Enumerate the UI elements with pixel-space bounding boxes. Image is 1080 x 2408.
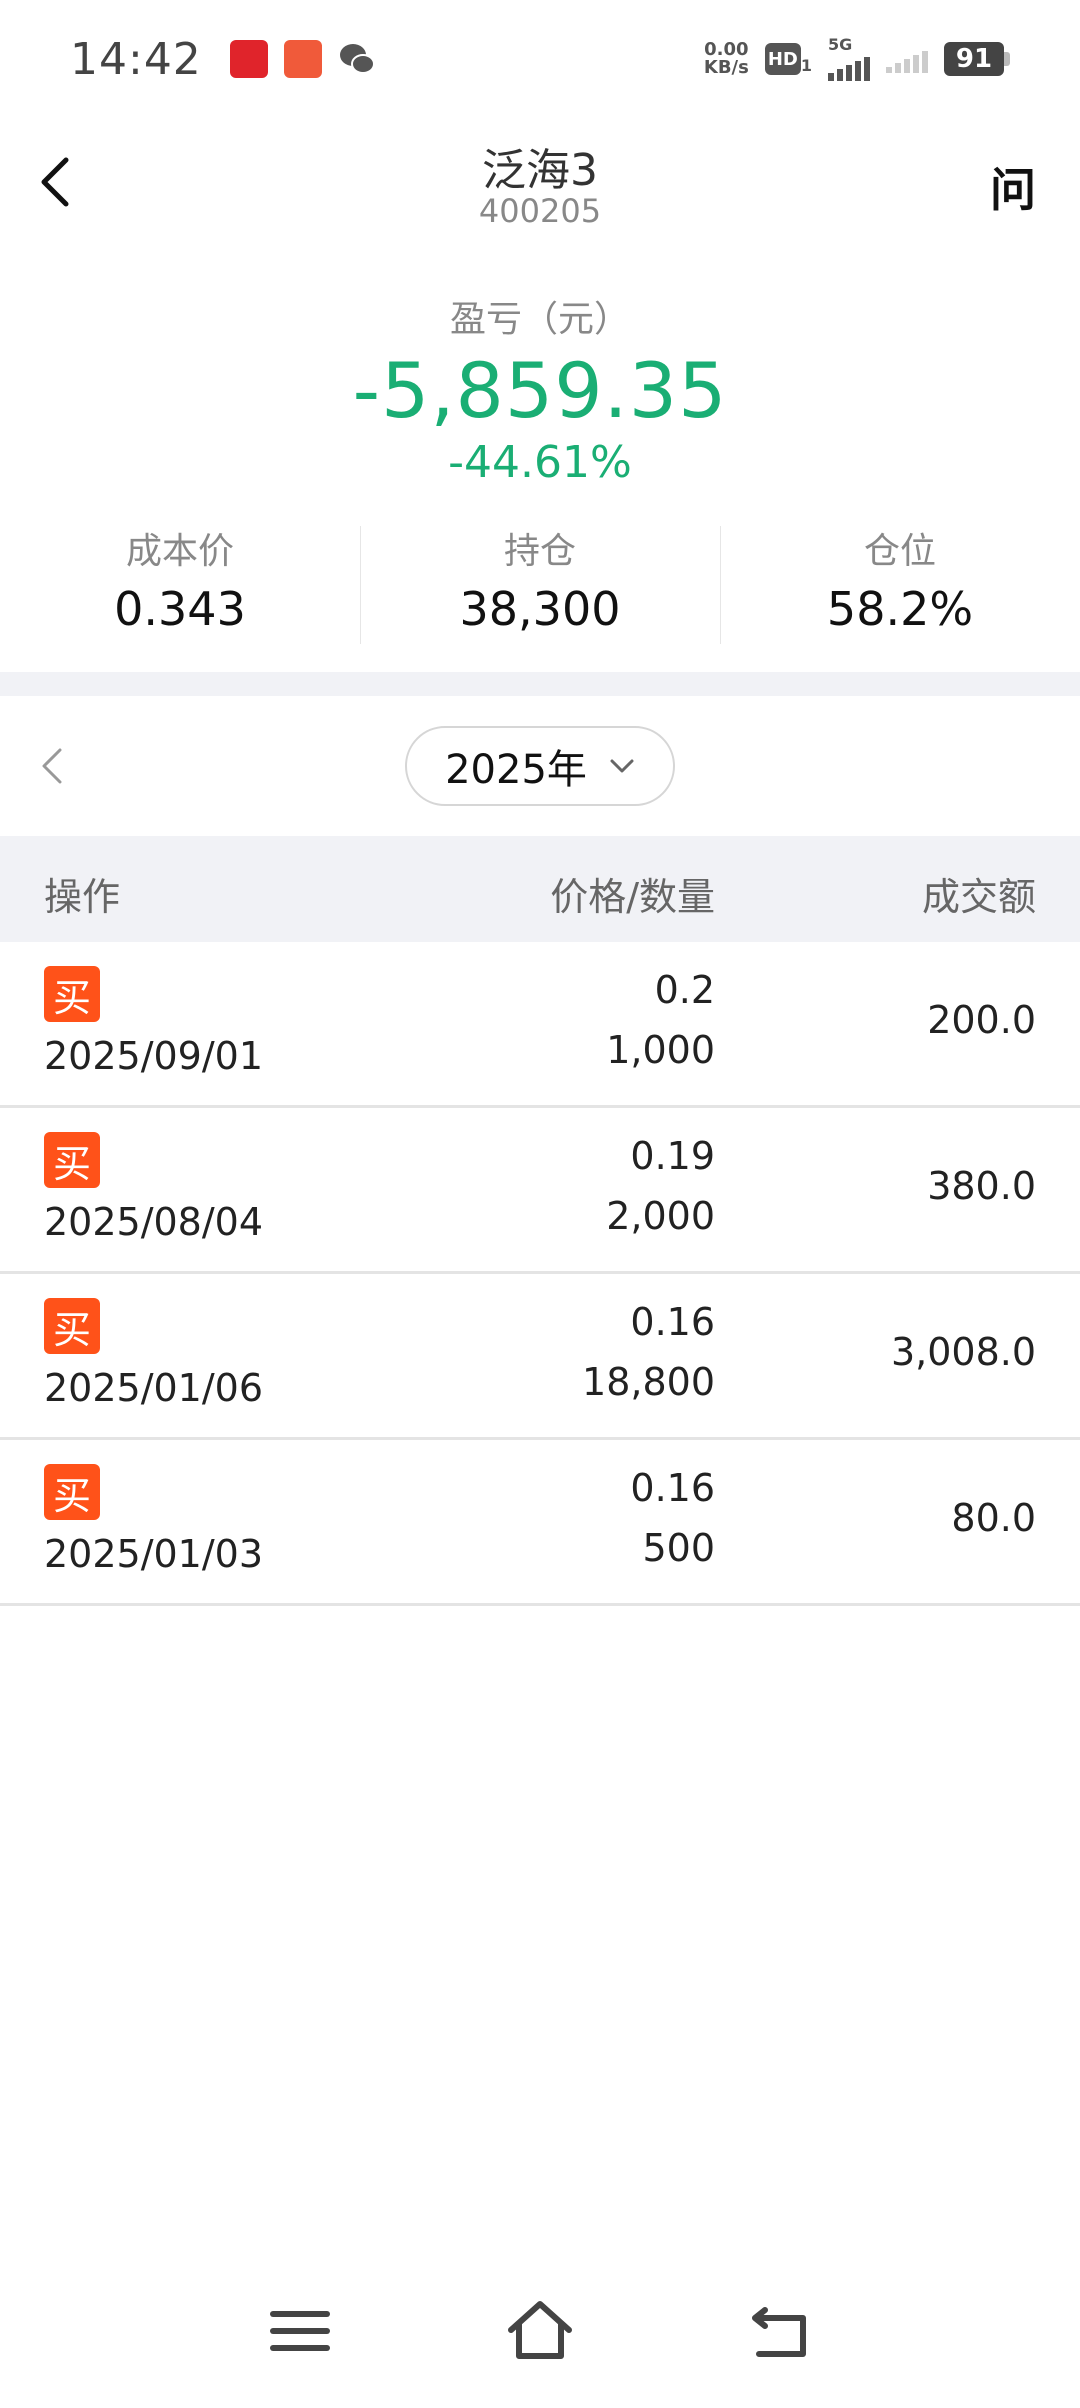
menu-button[interactable] [265,2296,335,2366]
pnl-percent: -44.61% [448,437,632,488]
net-speed-unit: KB/s [703,57,749,78]
table-row[interactable]: 买 2025/01/03 0.16 500 80.0 [0,1440,1080,1606]
stat-label: 持仓 [503,531,576,572]
hd-sub: 1 [800,56,812,75]
status-bar: 14:42 0.00 KB/s HD 1 5G 91 [0,0,1080,118]
system-nav-bar [0,2268,1080,2408]
stat-label: 成本价 [125,531,234,572]
chevron-left-icon [42,748,62,784]
column-header-amount: 成交额 [921,875,1036,919]
trade-amount: 380.0 [927,1164,1036,1208]
wechat-icon [338,40,376,78]
table-row[interactable]: 买 2025/01/06 0.16 18,800 3,008.0 [0,1274,1080,1440]
buy-tag: 买 [44,966,100,1022]
trade-quantity: 18,800 [582,1360,715,1404]
trade-quantity: 2,000 [606,1194,715,1238]
battery-icon: 91 [944,42,1010,76]
trade-date: 2025/09/01 [44,1034,264,1078]
signal-icon [828,53,870,81]
stock-code: 400205 [478,192,602,230]
pnl-summary: 盈亏（元） -5,859.35 -44.61% [0,290,1080,488]
page-title: 泛海3 [482,145,598,196]
header: 泛海3 400205 问 [0,118,1080,248]
status-time: 14:42 [70,33,202,85]
return-icon [752,2307,806,2357]
app-notification-icon [283,40,322,78]
trade-date: 2025/01/06 [44,1366,264,1410]
trade-quantity: 1,000 [606,1028,715,1072]
stat-label: 仓位 [863,531,936,572]
year-label: 2025年 [445,747,587,793]
status-indicators: 0.00 KB/s HD 1 5G 91 [704,37,1010,81]
table-row[interactable]: 买 2025/09/01 0.2 1,000 200.0 [0,942,1080,1108]
trade-price: 0.19 [630,1134,715,1178]
stat-value: 58.2% [826,582,974,636]
trade-price: 0.16 [630,1300,715,1344]
network-type: 5G [828,35,853,54]
stat-value: 0.343 [114,582,246,636]
stat-value: 38,300 [459,582,621,636]
ask-button[interactable]: 问 [990,154,1036,220]
return-button[interactable] [745,2296,815,2366]
column-header-price-qty: 价格/数量 [550,875,715,919]
hd-icon: HD [764,43,801,75]
stat-cost-price: 成本价 0.343 [0,522,360,642]
home-icon [508,2301,572,2359]
net-speed: 0.00 KB/s [704,41,749,77]
trade-list: 买 2025/09/01 0.2 1,000 200.0 买 2025/08/0… [0,942,1080,1606]
year-selector-row: 2025年 [0,726,1080,806]
pnl-value: -5,859.35 [352,346,728,435]
trade-amount: 200.0 [927,998,1036,1042]
trade-quantity: 500 [642,1526,715,1570]
signal-weak-icon [886,45,928,73]
year-dropdown[interactable]: 2025年 [405,726,675,806]
chevron-down-icon [610,759,634,773]
buy-tag: 买 [44,1132,100,1188]
previous-year-button[interactable] [38,744,66,788]
menu-icon [270,2311,330,2351]
trade-price: 0.2 [654,968,715,1012]
trade-date: 2025/01/03 [44,1532,264,1576]
trade-amount: 80.0 [951,1496,1036,1540]
stat-holdings: 持仓 38,300 [360,522,720,644]
table-header: 操作 价格/数量 成交额 [0,836,1080,942]
section-divider [0,672,1080,696]
home-button[interactable] [505,2296,575,2366]
stat-position-ratio: 仓位 58.2% [720,522,1080,644]
trade-price: 0.16 [630,1466,715,1510]
app-notification-icon [229,40,268,78]
table-row[interactable]: 买 2025/08/04 0.19 2,000 380.0 [0,1108,1080,1274]
column-header-operation: 操作 [44,875,121,919]
position-stats: 成本价 0.343 持仓 38,300 仓位 58.2% [0,522,1080,644]
buy-tag: 买 [44,1298,100,1354]
trade-date: 2025/08/04 [44,1200,264,1244]
buy-tag: 买 [44,1464,100,1520]
battery-level: 91 [944,42,1004,76]
trade-amount: 3,008.0 [890,1330,1036,1374]
pnl-label: 盈亏（元） [449,299,630,340]
